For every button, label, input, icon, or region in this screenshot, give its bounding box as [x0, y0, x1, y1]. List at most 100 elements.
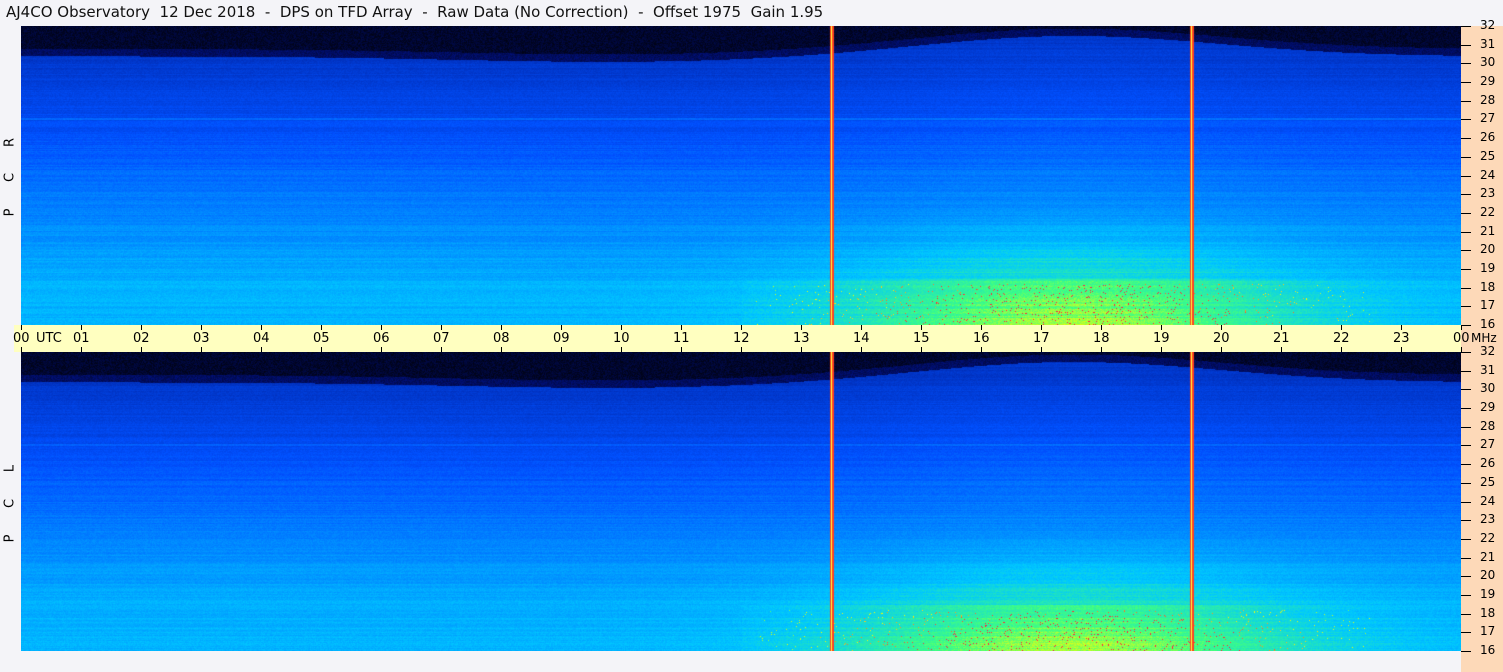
y-tick-mark — [1461, 156, 1471, 158]
y-tick-mark — [1461, 464, 1471, 466]
y-tick-label: 19 — [1480, 260, 1496, 275]
y-tick-label: 27 — [1480, 111, 1496, 126]
x-tick-label: 12 — [733, 331, 750, 346]
y-tick-mark — [1461, 100, 1471, 102]
x-tick-mark — [981, 325, 982, 330]
x-tick-mark — [861, 325, 862, 330]
x-tick-label: 10 — [613, 331, 630, 346]
x-tick-mark — [1041, 325, 1042, 330]
panel-label-letter: L — [2, 464, 18, 473]
y-tick-mark — [1461, 82, 1471, 84]
x-tick-mark — [381, 347, 382, 352]
x-tick-label: 14 — [853, 331, 870, 346]
x-tick-mark — [1281, 325, 1282, 330]
y-tick-mark — [1461, 138, 1471, 140]
x-tick-mark — [621, 347, 622, 352]
x-tick-mark — [141, 325, 142, 330]
y-tick-mark — [1461, 576, 1471, 578]
y-tick-label: 32 — [1480, 18, 1496, 32]
y-tick-label: 18 — [1480, 279, 1496, 294]
x-tick-label: 22 — [1333, 331, 1350, 346]
x-tick-mark — [1041, 347, 1042, 352]
y-tick-mark — [1461, 632, 1471, 634]
x-tick-mark — [1221, 347, 1222, 352]
panel-label-letter: C — [2, 172, 18, 183]
x-tick-label: 07 — [433, 331, 450, 346]
x-tick-mark — [21, 325, 22, 330]
x-tick-mark — [1161, 325, 1162, 330]
panel-label-letter: R — [2, 137, 18, 148]
x-tick-mark — [1101, 325, 1102, 330]
x-tick-mark — [321, 347, 322, 352]
x-tick-mark — [381, 325, 382, 330]
y-tick-label: 31 — [1480, 36, 1496, 51]
y-tick-mark — [1461, 175, 1471, 177]
spectrogram-window: AJ4CO Observatory 12 Dec 2018 - DPS on T… — [0, 0, 1503, 672]
x-axis-label: UTC — [36, 331, 62, 346]
y-tick-label: 30 — [1480, 381, 1496, 396]
y-tick-label: 21 — [1480, 549, 1496, 564]
y-tick-label: 29 — [1480, 400, 1496, 415]
y-tick-label: 26 — [1480, 456, 1496, 471]
x-tick-label: 11 — [673, 331, 690, 346]
x-tick-mark — [861, 347, 862, 352]
y-tick-mark — [1461, 287, 1471, 289]
x-tick-mark — [1161, 347, 1162, 352]
x-tick-mark — [201, 325, 202, 330]
x-tick-label: 23 — [1393, 331, 1410, 346]
panel-label-letter: C — [2, 498, 18, 509]
x-tick-mark — [261, 325, 262, 330]
rcp-spectrogram-panel — [21, 26, 1461, 325]
y-tick-mark — [1461, 26, 1471, 27]
y-tick-mark — [1461, 426, 1471, 428]
y-tick-mark — [1461, 370, 1471, 372]
y-tick-mark — [1461, 231, 1471, 233]
y-tick-label: 25 — [1480, 148, 1496, 163]
y-tick-label: 28 — [1480, 92, 1496, 107]
y-tick-mark — [1461, 408, 1471, 410]
y-tick-mark — [1461, 613, 1471, 615]
y-tick-mark — [1461, 119, 1471, 121]
x-tick-label: 18 — [1093, 331, 1110, 346]
x-tick-mark — [801, 325, 802, 330]
x-tick-mark — [441, 347, 442, 352]
x-tick-mark — [1401, 347, 1402, 352]
lcp-spectrogram-panel — [21, 352, 1461, 651]
x-tick-label: 13 — [793, 331, 810, 346]
y-tick-label: 28 — [1480, 418, 1496, 433]
x-tick-mark — [441, 325, 442, 330]
x-tick-label: 21 — [1273, 331, 1290, 346]
y-tick-label: 16 — [1480, 317, 1496, 331]
x-tick-label: 16 — [973, 331, 990, 346]
x-tick-label: 20 — [1213, 331, 1230, 346]
y-tick-mark — [1461, 651, 1471, 652]
y-tick-label: 25 — [1480, 474, 1496, 489]
x-tick-label: 09 — [553, 331, 570, 346]
x-tick-mark — [501, 325, 502, 330]
x-tick-label: 00 — [1453, 331, 1470, 346]
x-tick-mark — [1341, 347, 1342, 352]
x-tick-label: 08 — [493, 331, 510, 346]
y-tick-mark — [1461, 389, 1471, 391]
chart-title: AJ4CO Observatory 12 Dec 2018 - DPS on T… — [6, 3, 824, 21]
x-tick-mark — [561, 347, 562, 352]
y-tick-mark — [1461, 194, 1471, 196]
x-tick-mark — [1341, 325, 1342, 330]
y-tick-label: 22 — [1480, 530, 1496, 545]
x-tick-mark — [81, 347, 82, 352]
y-tick-mark — [1461, 212, 1471, 214]
x-tick-mark — [261, 347, 262, 352]
x-tick-label: 06 — [373, 331, 390, 346]
y-tick-mark — [1461, 557, 1471, 559]
y-tick-mark — [1461, 520, 1471, 522]
y-tick-mark — [1461, 63, 1471, 65]
y-tick-mark — [1461, 352, 1471, 353]
panel-label-letter: P — [2, 534, 18, 543]
y-tick-label: 24 — [1480, 167, 1496, 182]
x-tick-mark — [1401, 325, 1402, 330]
y-tick-label: 18 — [1480, 605, 1496, 620]
y-tick-mark — [1461, 482, 1471, 484]
y-tick-label: 17 — [1480, 298, 1496, 313]
y-tick-mark — [1461, 250, 1471, 252]
x-tick-mark — [921, 325, 922, 330]
